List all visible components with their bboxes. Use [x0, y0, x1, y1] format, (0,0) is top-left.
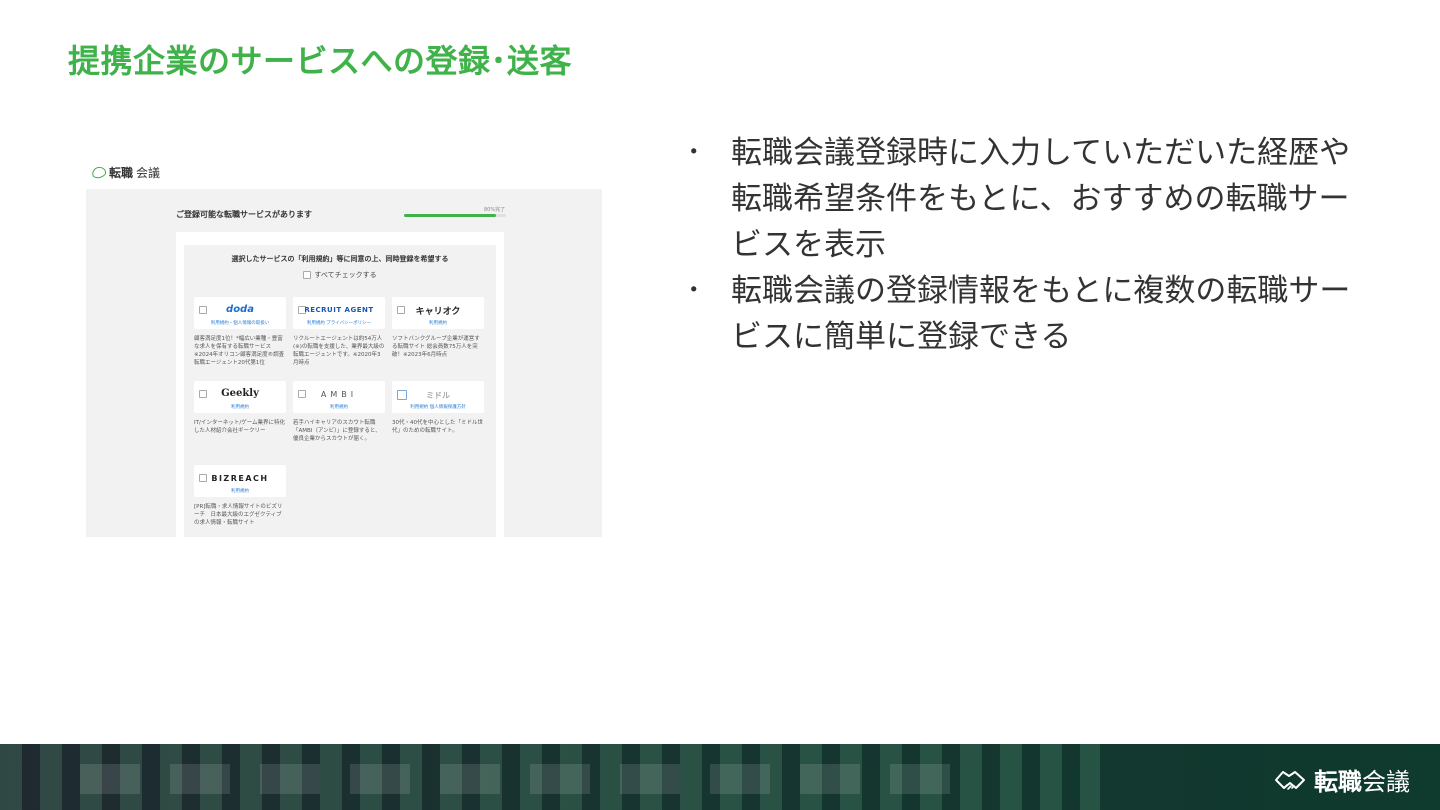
bullet-text: 転職会議登録時に入力していただいた経歴や転職希望条件をもとに、おすすめの転職サー…: [731, 135, 1351, 263]
bullet-item: ･ 転職会議の登録情報をもとに複数の転職サービスに簡単に登録できる: [686, 268, 1376, 360]
leaf-icon: [90, 165, 108, 180]
slide-title: 提携企業のサービスへの登録･送客: [68, 42, 573, 80]
check-all[interactable]: すべてチェックする: [184, 270, 496, 280]
service-terms-link[interactable]: 利用規約: [293, 404, 385, 410]
bullet-list: ･ 転職会議登録時に入力していただいた経歴や転職希望条件をもとに、おすすめの転職サ…: [686, 130, 1376, 360]
service-description: [PR]転職・求人情報サイトのビズリーチ 日本最大級のエグゼクティブの求人情報・…: [194, 504, 283, 526]
service-item-geekly[interactable]: Geekly 利用規約 IT/インターネット/ゲーム業界に特化した人材紹介会社ギ…: [194, 381, 286, 435]
service-logo: Geekly: [221, 388, 259, 399]
service-item-recruit-agent[interactable]: RECRUIT AGENT 利用規約 プライバシーポリシー リクルートエージェン…: [293, 297, 385, 367]
service-item-bizreach[interactable]: BIZREACH 利用規約 [PR]転職・求人情報サイトのビズリーチ 日本最大級…: [194, 465, 286, 527]
service-item-middle[interactable]: ミドル 利用規約 個人情報保護方針 30代・40代を中心とした「ミドル世代」のた…: [392, 381, 484, 435]
service-terms-link[interactable]: 利用規約: [392, 320, 484, 326]
service-registration-screenshot: 転職 会議 ご登録可能な転職サービスがあります 80%完了 選択したサービスの「利…: [86, 160, 602, 537]
progress-label: 80%完了: [484, 207, 506, 213]
screenshot-logo-light: 会議: [136, 166, 161, 180]
service-logo: ミドル: [426, 391, 450, 400]
service-description: 若手ハイキャリアのスカウト転職「AMBI（アンビ）」に登録すると、優良企業からス…: [293, 420, 381, 442]
service-card: 選択したサービスの「利用規約」等に同意の上、同時登録を希望する すべてチェックす…: [176, 232, 504, 537]
bullet-item: ･ 転職会議登録時に入力していただいた経歴や転職希望条件をもとに、おすすめの転職サ…: [686, 130, 1376, 268]
progress-fill: [404, 214, 496, 217]
checkbox-icon[interactable]: [303, 271, 312, 279]
screenshot-heading: ご登録可能な転職サービスがあります: [176, 210, 312, 219]
service-terms-link[interactable]: 利用規約: [194, 404, 286, 410]
footer-decoration: [80, 764, 980, 794]
service-description: 顧客満足度1位！*幅広い業種・豊富な求人を保有する転職サービス ※2024年オリ…: [194, 336, 285, 366]
service-panel: 選択したサービスの「利用規約」等に同意の上、同時登録を希望する すべてチェックす…: [184, 245, 496, 537]
service-terms-link[interactable]: 利用規約 個人情報保護方針: [392, 404, 484, 410]
footer-bar: 転職 会議: [0, 744, 1440, 810]
service-logo: RECRUIT AGENT: [304, 306, 374, 314]
service-logo: キャリオク: [415, 307, 461, 317]
bullet-text: 転職会議の登録情報をもとに複数の転職サービスに簡単に登録できる: [731, 273, 1351, 355]
check-all-label: すべてチェックする: [314, 271, 377, 279]
footer-logo-light: 会議: [1362, 768, 1410, 796]
screenshot-body: ご登録可能な転職サービスがあります 80%完了 選択したサービスの「利用規約」等…: [86, 189, 602, 537]
service-item-ambi[interactable]: AMBI 利用規約 若手ハイキャリアのスカウト転職「AMBI（アンビ）」に登録す…: [293, 381, 385, 443]
service-logo: AMBI: [320, 390, 358, 399]
service-terms-link[interactable]: 利用規約: [194, 488, 286, 494]
footer-logo: 転職 会議: [1274, 762, 1410, 797]
service-item-careerook[interactable]: キャリオク 利用規約 ソフトバンクグループ企業が運営する転職サイト 総会員数75…: [392, 297, 484, 359]
service-logo: doda: [226, 304, 254, 315]
service-description: IT/インターネット/ゲーム業界に特化した人材紹介会社ギークリー: [194, 420, 286, 434]
bullet-marker: ･: [686, 273, 702, 309]
progress-bar: [404, 214, 506, 217]
screenshot-logo-bold: 転職: [109, 166, 134, 180]
service-description: リクルートエージェントは約54万人(※)の転職を支援した、業界最大級の転職エージ…: [293, 336, 385, 366]
service-terms-link[interactable]: 利用規約 プライバシーポリシー: [293, 320, 385, 326]
instruction-text: 選択したサービスの「利用規約」等に同意の上、同時登録を希望する: [231, 255, 449, 263]
service-description: 30代・40代を中心とした「ミドル世代」のための転職サイト。: [392, 420, 483, 434]
service-terms-link[interactable]: 利用規約・個人情報の取扱い: [194, 320, 286, 326]
screenshot-logo: 転職 会議: [90, 164, 161, 181]
service-description: ソフトバンクグループ企業が運営する転職サイト 総会員数75万人を突破！※2023…: [392, 336, 480, 358]
service-logo: BIZREACH: [211, 474, 269, 483]
service-item-doda[interactable]: doda 利用規約・個人情報の取扱い 顧客満足度1位！*幅広い業種・豊富な求人を…: [194, 297, 286, 367]
footer-logo-bold: 転職: [1314, 768, 1362, 796]
handshake-icon: [1275, 770, 1305, 790]
bullet-marker: ･: [686, 135, 702, 171]
